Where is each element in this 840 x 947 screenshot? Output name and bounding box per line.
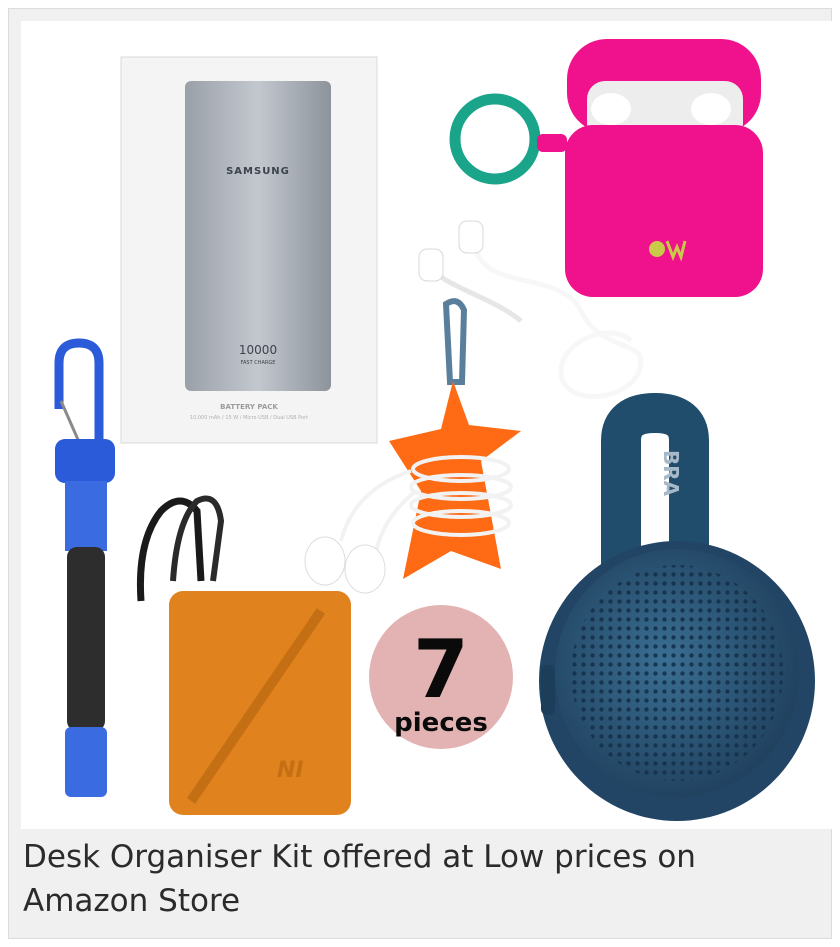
airpods-case bbox=[449, 39, 763, 297]
carabiner-pen bbox=[54, 338, 115, 797]
powerbank-brand-text: SAMSUNG bbox=[226, 166, 290, 177]
product-photo: SAMSUNG 10000 FAST CHARGE BATTERY PACK 1… bbox=[21, 21, 833, 829]
figure-card: SAMSUNG 10000 FAST CHARGE BATTERY PACK 1… bbox=[8, 8, 833, 939]
product-collage: SAMSUNG 10000 FAST CHARGE BATTERY PACK 1… bbox=[54, 39, 815, 821]
powerbank-capacity-text: 10000 bbox=[239, 343, 277, 357]
box-specs-text: 10,000 mAh / 15 W / Micro USB / Dual USB… bbox=[190, 415, 308, 421]
speaker-brand-text: BRA bbox=[659, 450, 683, 497]
power-bank-box: SAMSUNG 10000 FAST CHARGE BATTERY PACK 1… bbox=[120, 56, 378, 444]
pouch-logo-text: NI bbox=[277, 758, 304, 783]
pieces-badge: 7 pieces bbox=[369, 605, 513, 749]
badge-number: 7 bbox=[413, 623, 469, 716]
carabiner-ring bbox=[449, 93, 541, 185]
image-caption: Desk Organiser Kit offered at Low prices… bbox=[23, 839, 696, 919]
powerbank-fast-charge-text: FAST CHARGE bbox=[241, 360, 276, 366]
badge-label: pieces bbox=[394, 708, 488, 738]
box-title-text: BATTERY PACK bbox=[220, 403, 278, 411]
bluetooth-speaker: BRA bbox=[539, 392, 815, 821]
